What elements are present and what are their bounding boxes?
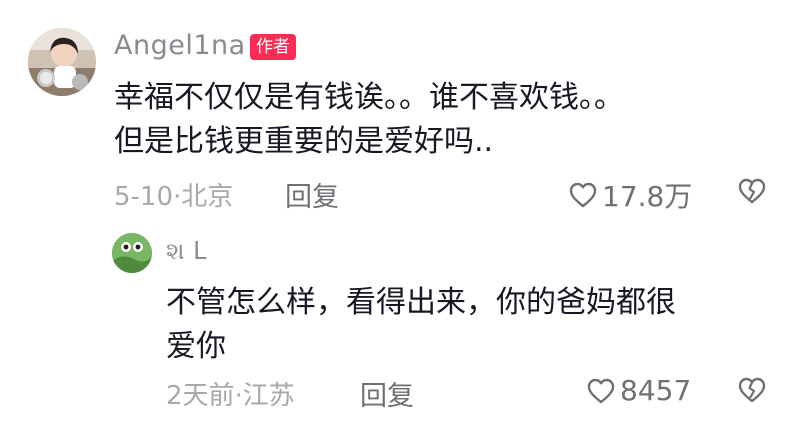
username[interactable]: Angel1na: [114, 30, 246, 61]
comment-meta: 5-10·北京: [114, 182, 234, 212]
comment-text: 幸福不仅仅是有钱诶。。谁不喜欢钱。。 但是比钱更重要的是爱好吗..: [114, 80, 624, 159]
avatar[interactable]: [28, 28, 96, 96]
reply-button[interactable]: 回复: [360, 374, 414, 413]
comment-meta: 2天前·江苏: [166, 381, 295, 411]
dislike-button[interactable]: [737, 376, 767, 408]
like-button[interactable]: 17.8万: [568, 175, 692, 215]
avatar-photo-icon: [28, 28, 96, 96]
comment-item: Angel1na 作者 幸福不仅仅是有钱诶。。谁不喜欢钱。。 但是比钱更重要的是…: [0, 0, 800, 215]
reply-item: શ ᒪ 不管怎么样，看得出来，你的爸妈都很 爱你 2天前·江苏 回复 8457: [0, 215, 800, 423]
comment-text: 不管怎么样，看得出来，你的爸妈都很 爱你: [166, 285, 676, 364]
avatar[interactable]: [112, 233, 152, 273]
heart-icon: [587, 378, 615, 403]
like-count: 8457: [620, 374, 692, 407]
broken-heart-icon: [738, 178, 766, 204]
broken-heart-icon: [738, 377, 766, 403]
author-badge: 作者: [250, 34, 296, 60]
username[interactable]: શ ᒪ: [166, 237, 207, 265]
reply-button[interactable]: 回复: [285, 175, 339, 214]
like-count: 17.8万: [602, 180, 693, 213]
dislike-button[interactable]: [737, 177, 767, 209]
heart-icon: [569, 182, 597, 208]
like-button[interactable]: 8457: [586, 374, 691, 407]
avatar-photo-icon: [112, 233, 152, 273]
